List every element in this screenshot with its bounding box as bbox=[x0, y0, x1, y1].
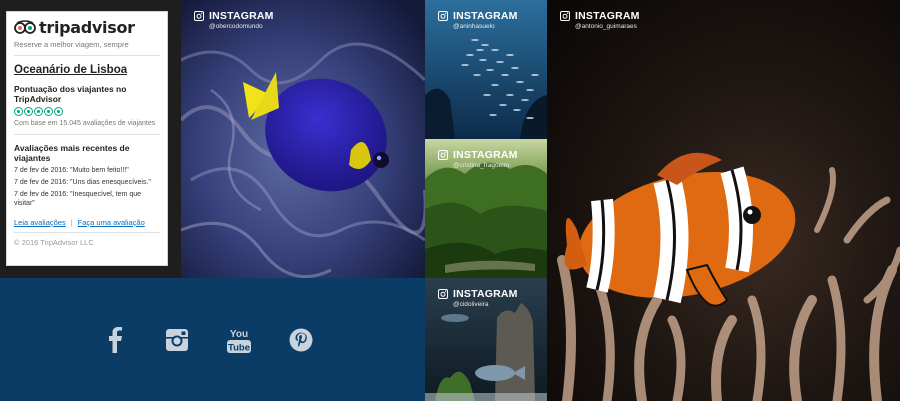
clownfish-photo bbox=[547, 0, 900, 401]
instagram-header: INSTAGRAM bbox=[560, 10, 640, 22]
place-name-link[interactable]: Oceanário de Lisboa bbox=[14, 64, 160, 76]
instagram-icon bbox=[438, 11, 448, 21]
svg-text:You: You bbox=[229, 329, 247, 340]
instagram-username[interactable]: @obercodomundo bbox=[209, 23, 263, 30]
instagram-tile[interactable]: INSTAGRAM @aninhasuelo bbox=[425, 0, 547, 139]
instagram-icon[interactable] bbox=[163, 326, 191, 354]
instagram-username[interactable]: @aninhasuelo bbox=[453, 23, 495, 30]
instagram-icon bbox=[438, 150, 448, 160]
instagram-header: INSTAGRAM bbox=[438, 288, 518, 300]
review-links: Leia avaliações | Faça uma avaliação bbox=[14, 218, 160, 233]
rating-bubble-icon bbox=[34, 107, 43, 116]
instagram-username[interactable]: @antonio_guimaraes bbox=[575, 23, 637, 30]
tripadvisor-column: tripadvisor Reserve a melhor viagem, sem… bbox=[0, 0, 181, 278]
instagram-tile[interactable]: INSTAGRAM @obercodomundo bbox=[181, 0, 425, 278]
review-item[interactable]: 7 de fev de 2016: "Muito bem feito!!!" bbox=[14, 166, 160, 175]
recent-reviews-heading: Avaliações mais recentes de viajantes bbox=[14, 143, 130, 163]
rating-bubble-icon bbox=[24, 107, 33, 116]
rating-bubble-icon bbox=[14, 107, 23, 116]
blue-tang-photo bbox=[181, 0, 425, 278]
page: tripadvisor Reserve a melhor viagem, sem… bbox=[0, 0, 900, 401]
tripadvisor-widget[interactable]: tripadvisor Reserve a melhor viagem, sem… bbox=[6, 11, 168, 266]
review-item[interactable]: 7 de fev de 2016: "Uns dias enesquecívei… bbox=[14, 178, 160, 187]
svg-text:Tube: Tube bbox=[228, 342, 250, 353]
instagram-title: INSTAGRAM bbox=[453, 288, 518, 300]
write-review-link[interactable]: Faça uma avaliação bbox=[78, 218, 145, 227]
instagram-icon bbox=[194, 11, 204, 21]
instagram-username[interactable]: @cidoliveira bbox=[453, 301, 489, 308]
link-separator: | bbox=[70, 218, 73, 227]
instagram-title: INSTAGRAM bbox=[575, 10, 640, 22]
youtube-icon[interactable]: You Tube bbox=[225, 326, 253, 354]
review-count: Com base em 15.045 avaliações de viajant… bbox=[14, 119, 160, 135]
instagram-title: INSTAGRAM bbox=[209, 10, 274, 22]
rating-bubbles bbox=[14, 107, 160, 116]
rating-bubble-icon bbox=[44, 107, 53, 116]
copyright: © 2016 TripAdvisor LLC bbox=[14, 238, 94, 247]
social-bar: You Tube bbox=[0, 278, 425, 401]
logo-text: tripadvisor bbox=[39, 17, 135, 37]
tagline: Reserve a melhor viagem, sempre bbox=[14, 40, 160, 56]
instagram-header: INSTAGRAM bbox=[438, 10, 518, 22]
instagram-tile[interactable]: INSTAGRAM @antonio_guimaraes bbox=[547, 0, 900, 401]
tripadvisor-logo[interactable]: tripadvisor bbox=[14, 17, 160, 37]
instagram-tile[interactable]: INSTAGRAM @cristina_fragoeiro bbox=[425, 139, 547, 278]
owl-icon bbox=[14, 20, 36, 34]
instagram-header: INSTAGRAM bbox=[438, 149, 518, 161]
instagram-title: INSTAGRAM bbox=[453, 149, 518, 161]
instagram-tile[interactable]: INSTAGRAM @cidoliveira bbox=[425, 278, 547, 401]
instagram-icon bbox=[438, 289, 448, 299]
instagram-title: INSTAGRAM bbox=[453, 10, 518, 22]
instagram-icon bbox=[560, 11, 570, 21]
instagram-header: INSTAGRAM bbox=[194, 10, 274, 22]
pinterest-icon[interactable] bbox=[287, 326, 315, 354]
score-heading: Pontuação dos viajantes no TripAdvisor bbox=[14, 84, 127, 104]
facebook-icon[interactable] bbox=[101, 326, 129, 354]
read-reviews-link[interactable]: Leia avaliações bbox=[14, 218, 66, 227]
rating-bubble-icon bbox=[54, 107, 63, 116]
review-item[interactable]: 7 de fev de 2016: "Inesquecível, tem que… bbox=[14, 190, 160, 208]
instagram-username[interactable]: @cristina_fragoeiro bbox=[453, 162, 509, 169]
